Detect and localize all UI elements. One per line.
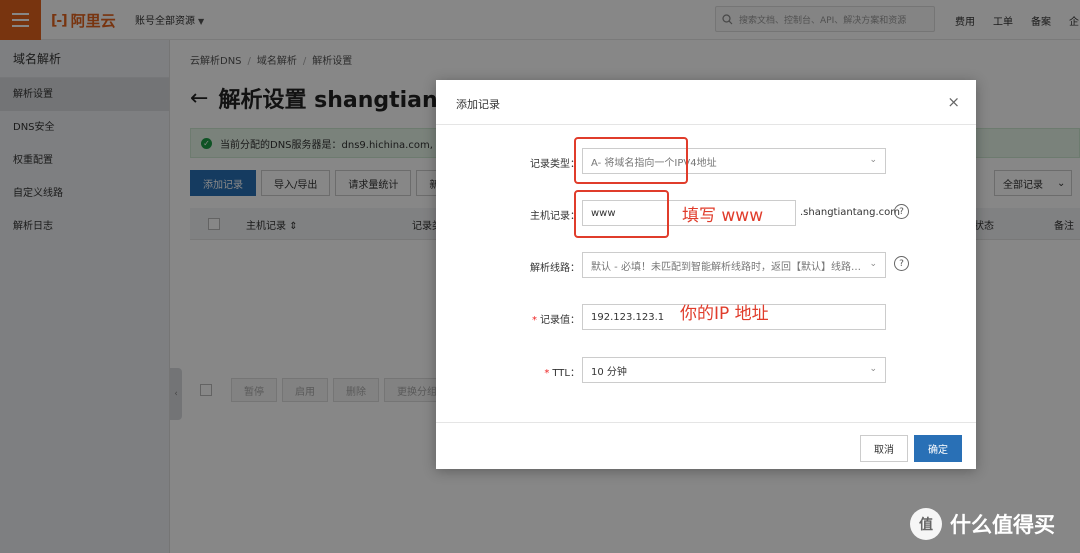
domain-suffix: .shangtiantang.com: [800, 207, 900, 218]
add-record-dialog: 添加记录 × 记录类型： A- 将域名指向一个IPV4地址 ⌄ 主机记录： ww…: [436, 80, 976, 469]
record-value-value: 192.123.123.1: [591, 311, 665, 323]
resolution-line-row: 解析线路： 默认 - 必填！未匹配到智能解析线路时，返回【默认】线路设置结果 ⌄…: [436, 252, 976, 278]
ttl-label-text: TTL：: [552, 368, 580, 379]
ttl-row: * TTL： 10 分钟 ⌄: [436, 357, 976, 383]
confirm-button[interactable]: 确定: [914, 435, 962, 462]
dialog-header: 添加记录 ×: [436, 80, 976, 125]
annotation-value-hint: 你的IP 地址: [680, 304, 769, 324]
record-type-row: 记录类型： A- 将域名指向一个IPV4地址 ⌄: [436, 148, 976, 174]
watermark-text: 什么值得买: [950, 513, 1055, 537]
annotation-box-host: [574, 190, 669, 238]
ttl-label: * TTL：: [544, 364, 580, 379]
required-mark: *: [544, 368, 550, 379]
ttl-value: 10 分钟: [591, 366, 627, 378]
record-type-label: 记录类型：: [530, 159, 580, 170]
chevron-down-icon: ⌄: [869, 155, 877, 165]
resolution-line-value: 默认 - 必填！未匹配到智能解析线路时，返回【默认】线路设置结果: [591, 261, 863, 273]
record-value-label-text: 记录值：: [540, 315, 580, 326]
smzdm-watermark: 值 什么值得买: [910, 508, 1055, 540]
watermark-logo-icon: 值: [910, 508, 942, 540]
close-icon[interactable]: ×: [947, 93, 960, 111]
host-record-label: 主机记录：: [530, 211, 580, 222]
ttl-select[interactable]: 10 分钟 ⌄: [582, 357, 886, 383]
record-value-label: * 记录值：: [532, 311, 580, 326]
required-mark: *: [532, 315, 537, 326]
chevron-down-icon: ⌄: [869, 259, 877, 269]
cancel-button[interactable]: 取消: [860, 435, 908, 462]
help-icon[interactable]: ?: [894, 204, 909, 219]
resolution-line-select[interactable]: 默认 - 必填！未匹配到智能解析线路时，返回【默认】线路设置结果 ⌄: [582, 252, 886, 278]
help-icon[interactable]: ?: [894, 256, 909, 271]
annotation-box-record-type: [574, 137, 688, 184]
dialog-footer: 取消 确定: [436, 422, 976, 469]
chevron-down-icon: ⌄: [869, 364, 877, 374]
annotation-host-hint: 填写 www: [682, 206, 764, 226]
dialog-title: 添加记录: [456, 98, 500, 111]
resolution-line-label: 解析线路：: [530, 263, 580, 274]
